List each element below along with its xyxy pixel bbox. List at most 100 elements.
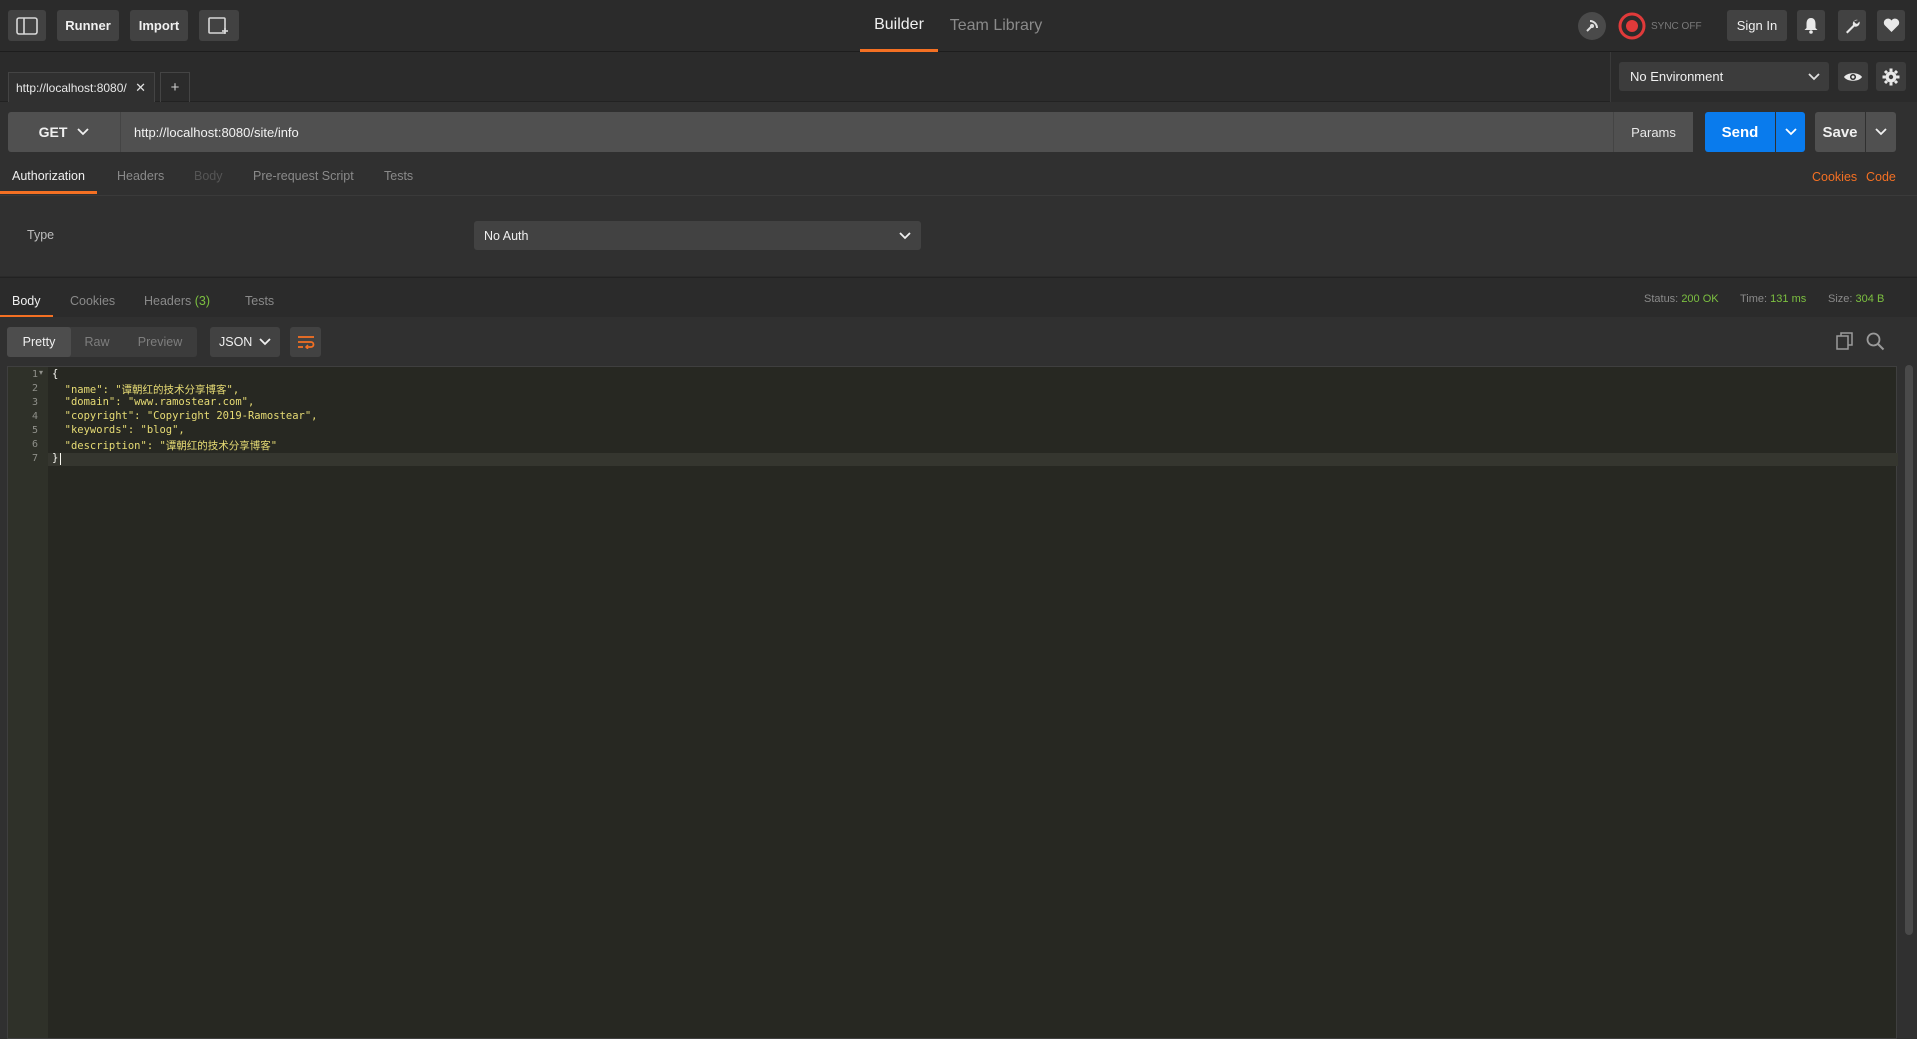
search-icon <box>1866 332 1885 351</box>
sync-status[interactable]: SYNC OFF <box>1618 12 1702 40</box>
view-raw-button[interactable]: Raw <box>71 327 123 357</box>
save-button[interactable]: Save <box>1815 112 1865 152</box>
language-select[interactable]: JSON <box>210 327 280 357</box>
copy-response-button[interactable] <box>1836 332 1856 352</box>
response-tab-headers[interactable]: Headers (3) <box>144 291 210 318</box>
vertical-scrollbar[interactable] <box>1905 365 1913 935</box>
tab-pre-request-script[interactable]: Pre-request Script <box>253 166 354 194</box>
signin-button[interactable]: Sign In <box>1727 10 1787 41</box>
request-tab-label: http://localhost:8080/ <box>16 80 127 95</box>
status-value: 200 OK <box>1681 293 1719 305</box>
auth-type-select[interactable]: No Auth <box>474 221 921 250</box>
code-line: "domain": "www.ramostear.com", <box>52 396 255 408</box>
sidebar-toggle-button[interactable] <box>8 10 46 41</box>
close-tab-icon[interactable]: ✕ <box>135 80 146 96</box>
environment-select[interactable]: No Environment <box>1619 62 1829 91</box>
time-value: 131 ms <box>1770 293 1807 305</box>
chevron-down-icon <box>259 338 271 346</box>
sync-label: SYNC OFF <box>1651 20 1702 32</box>
sidebar-icon <box>16 16 38 35</box>
send-button[interactable]: Send <box>1705 112 1775 152</box>
time-label: Time: <box>1740 293 1768 305</box>
tab-authorization[interactable]: Authorization <box>0 166 97 194</box>
response-format-bar: Pretty Raw Preview JSON <box>0 317 1917 365</box>
code-line: "keywords": "blog", <box>52 424 185 436</box>
gear-icon <box>1882 68 1900 85</box>
tab-builder[interactable]: Builder <box>860 0 938 52</box>
line-number: 7 <box>31 453 38 464</box>
url-input[interactable]: http://localhost:8080/site/info <box>120 112 1613 152</box>
wrap-lines-button[interactable] <box>290 327 321 357</box>
headers-count: (3) <box>194 294 211 308</box>
chevron-down-icon <box>77 128 90 136</box>
save-dropdown-button[interactable] <box>1866 112 1896 152</box>
bell-icon <box>1804 18 1818 34</box>
line-number: 5 <box>31 425 38 436</box>
code-line: "description": "谭朝红的技术分享博客" <box>52 440 278 452</box>
tab-body[interactable]: Body <box>194 166 223 194</box>
manage-environments-button[interactable] <box>1876 62 1906 91</box>
line-number: 4 <box>31 411 38 422</box>
response-tabs-bar: Body Cookies Headers (3) Tests Status: 2… <box>0 277 1917 318</box>
wrap-lines-icon <box>297 336 314 349</box>
method-select[interactable]: GET <box>8 112 120 152</box>
settings-button[interactable] <box>1838 10 1866 41</box>
size-value: 304 B <box>1855 293 1885 305</box>
environment-panel: No Environment <box>1610 52 1917 102</box>
authorization-panel: Type No Auth <box>0 195 1917 277</box>
new-window-button[interactable] <box>199 10 239 41</box>
search-response-button[interactable] <box>1866 332 1886 352</box>
code-line: "name": "谭朝红的技术分享博客", <box>52 384 240 396</box>
view-mode-group: Pretty Raw Preview <box>7 327 197 357</box>
response-status: Status: 200 OK <box>1644 293 1719 305</box>
wrench-icon <box>1845 19 1860 34</box>
method-label: GET <box>38 124 68 140</box>
response-time: Time: 131 ms <box>1740 293 1806 305</box>
cookies-link[interactable]: Cookies <box>1812 170 1857 184</box>
view-pretty-button[interactable]: Pretty <box>7 327 71 357</box>
notifications-button[interactable] <box>1797 10 1825 41</box>
tab-headers[interactable]: Headers <box>117 166 164 194</box>
auth-type-value: No Auth <box>484 228 529 243</box>
tab-team-library[interactable]: Team Library <box>948 0 1044 52</box>
fold-arrow-icon[interactable]: ▾ <box>39 368 43 377</box>
code-line: "copyright": "Copyright 2019-Ramostear", <box>52 410 318 422</box>
import-button[interactable]: Import <box>130 10 188 41</box>
active-line-highlight <box>48 453 1898 466</box>
params-button[interactable]: Params <box>1613 112 1693 152</box>
chevron-down-icon <box>899 231 911 239</box>
size-label: Size: <box>1828 293 1853 305</box>
interceptor-button[interactable] <box>1578 12 1606 40</box>
code-line: { <box>52 368 59 380</box>
chevron-down-icon <box>1784 128 1797 136</box>
satellite-icon <box>1586 20 1598 32</box>
eye-icon <box>1844 72 1862 81</box>
favorite-button[interactable] <box>1877 10 1905 41</box>
tab-tests[interactable]: Tests <box>384 166 413 194</box>
send-dropdown-button[interactable] <box>1776 112 1805 152</box>
heart-icon <box>1883 18 1899 32</box>
line-number: 3 <box>31 397 38 408</box>
line-number-gutter: 1 2 3 4 5 6 7 ▾ <box>8 367 48 1038</box>
response-tab-headers-label: Headers <box>144 294 192 308</box>
environment-quick-look-button[interactable] <box>1838 62 1868 91</box>
auth-type-label: Type <box>27 228 55 242</box>
request-tab[interactable]: http://localhost:8080/ ✕ <box>8 72 155 102</box>
view-preview-button[interactable]: Preview <box>123 327 197 357</box>
text-cursor <box>60 453 61 465</box>
top-bar: Runner Import Builder Team Library SYNC … <box>0 0 1917 52</box>
new-window-icon <box>208 16 228 34</box>
response-tab-cookies[interactable]: Cookies <box>70 291 115 318</box>
sync-off-icon <box>1618 12 1646 40</box>
add-tab-button[interactable]: + <box>160 72 190 102</box>
line-number: 6 <box>31 439 38 450</box>
response-body-editor[interactable]: 1 2 3 4 5 6 7 ▾ { "name": "谭朝红的技术分享博客", … <box>7 366 1898 1039</box>
environment-select-label: No Environment <box>1630 69 1724 84</box>
code-link[interactable]: Code <box>1866 170 1896 184</box>
code-line: } <box>52 452 59 464</box>
response-tab-tests[interactable]: Tests <box>245 291 274 318</box>
chevron-down-icon <box>1875 128 1887 136</box>
runner-button[interactable]: Runner <box>57 10 119 41</box>
response-size: Size: 304 B <box>1828 293 1884 305</box>
response-tab-body[interactable]: Body <box>0 291 53 318</box>
